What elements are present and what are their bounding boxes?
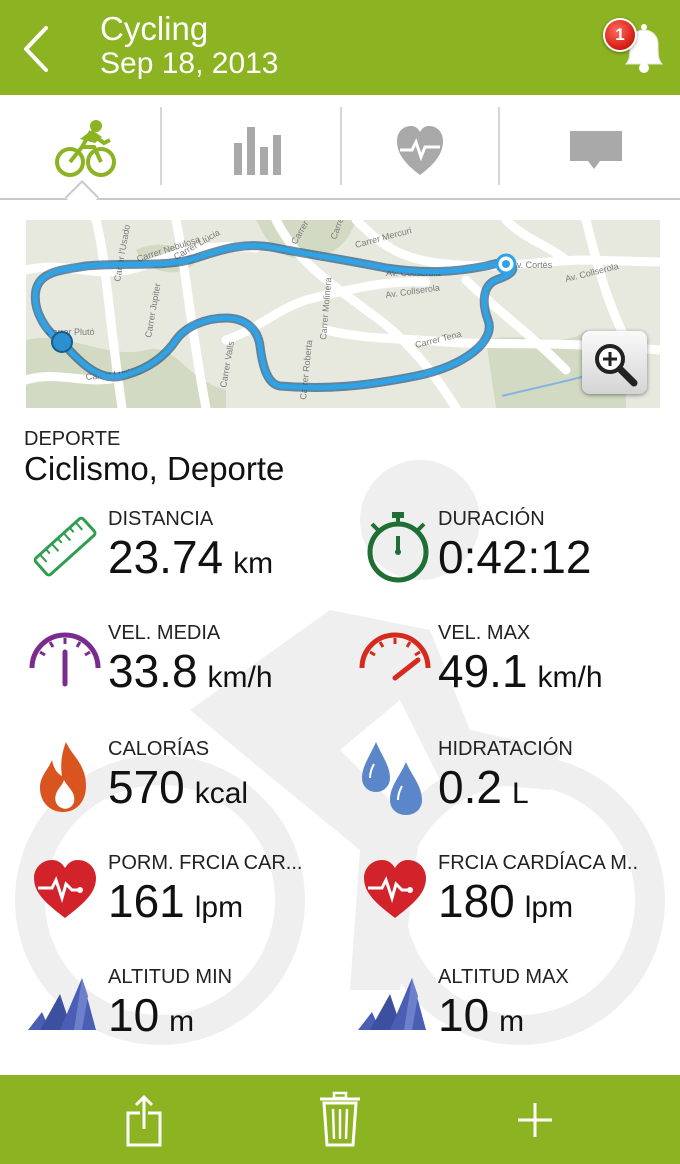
bar-chart-icon [234,127,281,175]
stat-label: DURACIÓN [438,508,545,530]
top-bar: Cycling Sep 18, 2013 1 [0,0,680,95]
stat-label: PORM. FRCIA CAR... [108,852,303,874]
stat-max-speed: VEL. MAX 49.1 km/h [358,622,658,722]
route-map[interactable]: Carrer Nebulosa Carrer Llúcia Carrer l'U… [26,220,660,408]
tab-bar-border [0,198,680,200]
stat-value: 0.2 L [438,761,529,813]
plus-icon[interactable] [510,1095,560,1145]
speedometer-max-icon [359,632,431,681]
heart-rate-tab-icon [397,126,443,175]
notification-badge: 1 [603,18,637,52]
stat-value: 49.1 km/h [438,645,603,697]
stopwatch-icon [367,512,429,583]
tab-comments[interactable] [500,95,680,198]
heart-rate-icon [34,860,96,918]
tab-chart[interactable] [162,95,340,198]
stat-label: CALORÍAS [108,738,210,760]
stat-label: ALTITUD MIN [108,966,233,988]
page-title: Cycling [100,10,209,47]
tab-bar [0,95,680,214]
sport-label: DEPORTE [24,428,121,450]
stat-calories: CALORÍAS 570 kcal [28,738,328,838]
stat-duration: DURACIÓN 0:42:12 [358,508,658,608]
zoom-in-icon [595,344,638,387]
stat-avg-heart-rate: PORM. FRCIA CAR... 161 lpm [28,852,328,952]
flame-icon [40,742,86,812]
stat-label: DISTANCIA [108,508,214,530]
stat-max-altitude: ALTITUD MAX 10 m [358,966,658,1066]
stat-value: 10 m [438,989,525,1041]
stat-label: VEL. MEDIA [108,622,221,644]
mountain-icon [28,978,96,1030]
stat-label: VEL. MAX [438,622,531,644]
share-icon[interactable] [116,1091,172,1151]
stat-max-heart-rate: FRCIA CARDÍACA M.. 180 lpm [358,852,658,952]
stat-value: 161 lpm [108,875,244,927]
map-zoom-button[interactable] [582,331,647,394]
stat-value: 180 lpm [438,875,574,927]
stat-label: ALTITUD MAX [438,966,569,988]
sport-value: Ciclismo, Deporte [24,450,285,487]
tab-heart-rate[interactable] [342,95,498,198]
stat-value: 570 kcal [108,761,249,813]
trash-icon[interactable] [312,1089,368,1151]
stat-value: 33.8 km/h [108,645,273,697]
ruler-icon [33,516,97,577]
activity-date: Sep 18, 2013 [100,47,279,80]
water-drops-icon [362,742,422,815]
stat-value: 23.74 km [108,531,274,583]
stat-label: FRCIA CARDÍACA M.. [438,852,639,874]
stat-distance: DISTANCIA 23.74 km [28,508,328,608]
speedometer-icon [29,632,101,687]
stat-min-altitude: ALTITUD MIN 10 m [28,966,328,1066]
route-start-marker [51,331,73,353]
back-arrow-icon[interactable] [18,24,58,74]
stat-value: 0:42:12 [438,531,592,583]
bottom-toolbar [0,1075,680,1164]
stat-label: HIDRATACIÓN [438,738,573,760]
mountain-max-icon [358,978,426,1030]
comment-icon [570,131,622,169]
heart-rate-max-icon [364,860,426,918]
stat-hydration: HIDRATACIÓN 0.2 L [358,738,658,838]
stat-avg-speed: VEL. MEDIA 33.8 km/h [28,622,328,722]
stat-value: 10 m [108,989,195,1041]
